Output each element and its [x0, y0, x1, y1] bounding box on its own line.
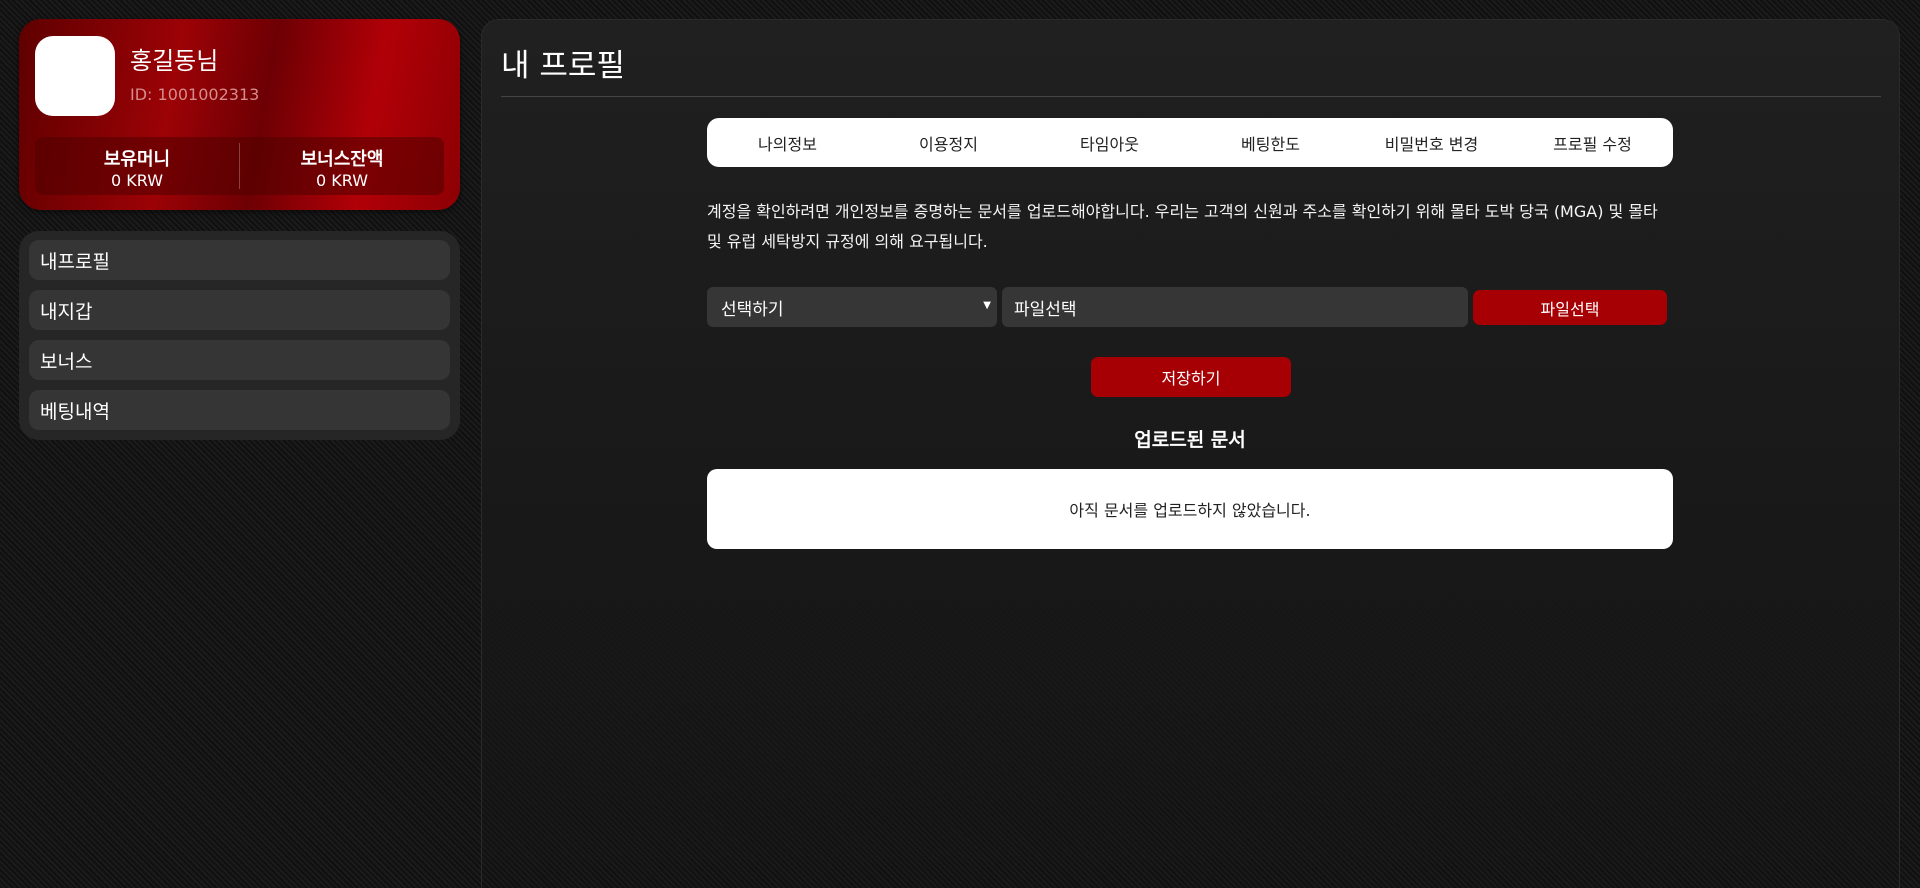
- title-divider: [501, 96, 1881, 97]
- sidebar-menu: 내프로필 내지갑 보너스 베팅내역: [19, 231, 460, 440]
- file-name-field[interactable]: 파일선택: [1002, 287, 1468, 327]
- uploaded-documents-heading: 업로드된 문서: [1134, 429, 1246, 451]
- caret-down-icon: ▼: [983, 300, 991, 311]
- document-type-select[interactable]: 선택하기 ▼: [707, 287, 997, 327]
- empty-state-text: 아직 문서를 업로드하지 않았습니다.: [1069, 501, 1311, 520]
- balance-box: 보유머니 0 KRW 보너스잔액 0 KRW: [35, 137, 444, 195]
- verification-notice: 계정을 확인하려면 개인정보를 증명하는 문서를 업로드해야합니다. 우리는 고…: [707, 197, 1687, 257]
- avatar: [35, 36, 115, 116]
- page-title: 내 프로필: [501, 48, 625, 84]
- tab-betting-limit[interactable]: 베팅한도: [1190, 131, 1351, 155]
- balance-bonus-value: 0 KRW: [315, 171, 369, 190]
- balance-bonus-label: 보너스잔액: [300, 149, 384, 170]
- tab-my-info[interactable]: 나의정보: [707, 131, 868, 155]
- save-button[interactable]: 저장하기: [1091, 357, 1291, 397]
- profile-card: 홍길동님 ID: 1001002313 보유머니 0 KRW 보너스잔액 0 K…: [19, 19, 460, 210]
- tab-suspension[interactable]: 이용정지: [868, 131, 1029, 155]
- sidebar-item-my-wallet[interactable]: 내지갑: [29, 290, 450, 330]
- balance-money-value: 0 KRW: [110, 171, 164, 190]
- uploaded-documents-list: 아직 문서를 업로드하지 않았습니다.: [707, 469, 1673, 549]
- tab-timeout[interactable]: 타임아웃: [1029, 131, 1190, 155]
- tab-edit-profile[interactable]: 프로필 수정: [1512, 131, 1673, 155]
- choose-file-button[interactable]: 파일선택: [1473, 290, 1667, 325]
- sidebar-item-betting-history[interactable]: 베팅내역: [29, 390, 450, 430]
- profile-tabs: 나의정보 이용정지 타임아웃 베팅한도 비밀번호 변경 프로필 수정: [707, 118, 1673, 167]
- main-panel: 내 프로필 나의정보 이용정지 타임아웃 베팅한도 비밀번호 변경 프로필 수정…: [481, 19, 1900, 888]
- sidebar-item-bonus[interactable]: 보너스: [29, 340, 450, 380]
- user-name: 홍길동님: [130, 47, 219, 75]
- notice-line-2: 및 유럽 세탁방지 규정에 의해 요구됩니다.: [707, 232, 988, 251]
- user-id: ID: 1001002313: [130, 85, 260, 104]
- notice-line-1: 계정을 확인하려면 개인정보를 증명하는 문서를 업로드해야합니다. 우리는 고…: [707, 202, 1658, 221]
- balance-money-label: 보유머니: [103, 149, 171, 170]
- sidebar-item-my-profile[interactable]: 내프로필: [29, 240, 450, 280]
- balance-money: 보유머니 0 KRW: [35, 137, 239, 195]
- balance-bonus: 보너스잔액 0 KRW: [239, 143, 444, 190]
- tab-change-password[interactable]: 비밀번호 변경: [1351, 131, 1512, 155]
- document-type-value: 선택하기: [721, 299, 784, 320]
